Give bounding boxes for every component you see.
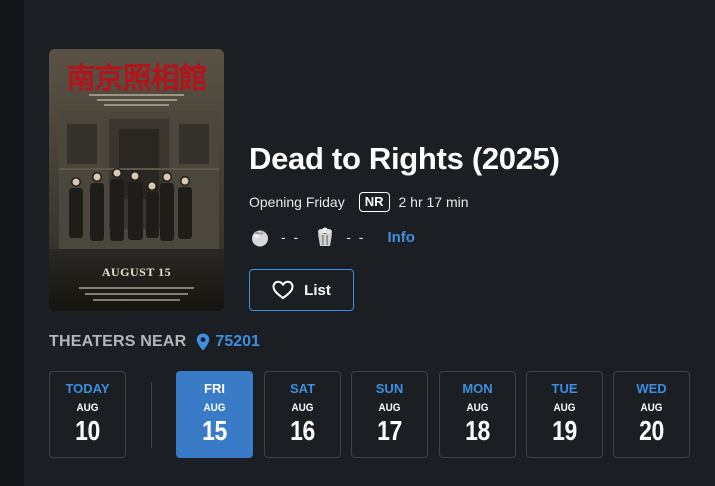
date-month: AUG <box>553 402 576 414</box>
date-day: 10 <box>75 415 100 446</box>
date-day: 19 <box>552 415 577 446</box>
date-month: AUG <box>640 402 663 414</box>
list-button-label: List <box>304 281 331 299</box>
date-divider <box>151 382 152 448</box>
date-dow: TUE <box>551 381 578 396</box>
movie-poster[interactable]: 南京照相館 AUGUST 15 <box>49 49 224 311</box>
date-month: AUG <box>291 402 314 414</box>
date-month: AUG <box>203 402 226 414</box>
theaters-near-label: THEATERS NEAR <box>49 333 187 350</box>
date-wed[interactable]: WED AUG 20 <box>613 371 690 458</box>
date-month: AUG <box>466 402 489 414</box>
tomato-icon <box>249 226 271 248</box>
theaters-near: THEATERS NEAR 75201 <box>49 331 260 353</box>
date-sat[interactable]: SAT AUG 16 <box>264 371 341 458</box>
rating-badge: NR <box>358 192 390 212</box>
date-dow: SUN <box>375 381 404 396</box>
date-fri[interactable]: FRI AUG 15 <box>176 371 253 458</box>
date-day: 17 <box>377 415 402 446</box>
popcorn-icon <box>314 226 336 248</box>
date-sun[interactable]: SUN AUG 17 <box>351 371 428 458</box>
runtime: 2 hr 17 min <box>398 194 469 210</box>
critics-score: - - <box>281 229 301 245</box>
left-strip <box>0 0 24 486</box>
date-day: 20 <box>639 415 664 446</box>
date-month: AUG <box>76 402 99 414</box>
map-pin-icon[interactable] <box>196 333 210 351</box>
info-link[interactable]: Info <box>387 229 415 246</box>
date-mon[interactable]: MON AUG 18 <box>439 371 516 458</box>
date-dow: SAT <box>289 381 316 396</box>
poster-title: 南京照相館 <box>66 61 207 95</box>
scores-row: - - - - Info <box>249 225 415 249</box>
date-dow: MON <box>462 381 493 396</box>
poster-date: AUGUST 15 <box>101 265 172 279</box>
date-dow: WED <box>636 381 667 396</box>
zip-code-link[interactable]: 75201 <box>215 333 260 351</box>
date-today[interactable]: TODAY AUG 10 <box>49 371 126 458</box>
date-dow: FRI <box>204 381 225 396</box>
movie-meta: Opening Friday NR 2 hr 17 min <box>249 191 469 213</box>
date-day: 15 <box>202 415 227 446</box>
date-tue[interactable]: TUE AUG 19 <box>526 371 603 458</box>
date-day: 16 <box>290 415 315 446</box>
date-day: 18 <box>465 415 490 446</box>
date-month: AUG <box>378 402 401 414</box>
movie-title: Dead to Rights (2025) <box>249 141 560 176</box>
audience-score: - - <box>346 229 366 245</box>
add-to-list-button[interactable]: List <box>249 269 354 311</box>
date-dow: TODAY <box>65 381 110 396</box>
heart-icon <box>272 280 294 300</box>
opening-date: Opening Friday <box>249 194 345 210</box>
